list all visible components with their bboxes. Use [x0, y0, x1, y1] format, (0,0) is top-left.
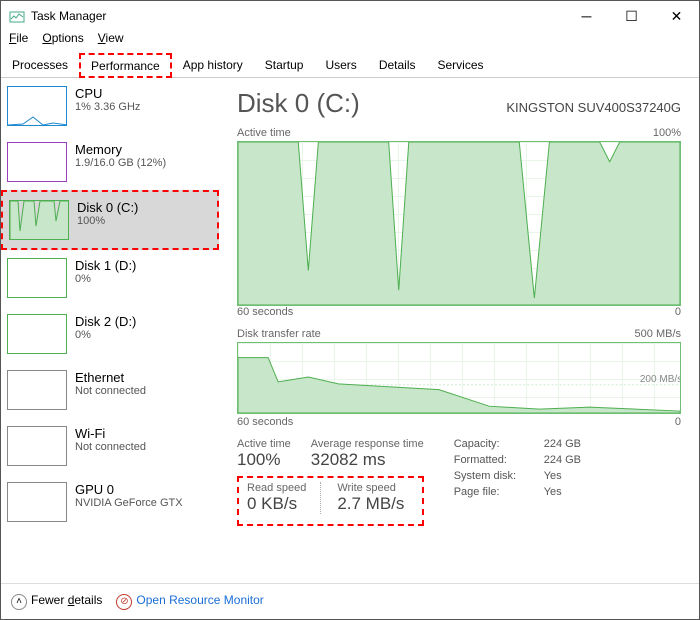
disk-properties: Capacity:224 GB Formatted:224 GB System … — [454, 438, 581, 526]
svg-text:200 MB/s: 200 MB/s — [640, 374, 680, 385]
sidebar-item-label: Wi-Fi — [75, 426, 146, 441]
tab-users[interactable]: Users — [314, 53, 367, 77]
sidebar-item-label: Disk 1 (D:) — [75, 258, 136, 273]
read-speed-value: 0 KB/s — [247, 494, 306, 514]
disk-model: KINGSTON SUV400S37240G — [506, 100, 681, 115]
chevron-up-icon: ˄ — [11, 594, 27, 610]
tab-app-history[interactable]: App history — [172, 53, 254, 77]
footer: ˄Fewer details ⊘Open Resource Monitor — [1, 583, 699, 619]
window-title: Task Manager — [31, 9, 564, 23]
memory-thumb — [7, 142, 67, 182]
sidebar-item-disk1[interactable]: Disk 1 (D:)0% — [1, 250, 219, 306]
transfer-rate-chart: 200 MB/s — [237, 342, 681, 414]
minimize-button[interactable]: ─ — [564, 1, 609, 31]
speed-box: Read speed0 KB/s Write speed2.7 MB/s — [237, 476, 424, 526]
sidebar-item-label: Ethernet — [75, 370, 146, 385]
sidebar-item-gpu0[interactable]: GPU 0NVIDIA GeForce GTX — [1, 474, 219, 530]
menu-options[interactable]: Options — [42, 31, 83, 51]
sidebar-item-ethernet[interactable]: EthernetNot connected — [1, 362, 219, 418]
avg-response-value: 32082 ms — [311, 450, 424, 470]
tab-startup[interactable]: Startup — [254, 53, 315, 77]
active-time-value: 100% — [237, 450, 291, 470]
sidebar-item-disk0[interactable]: Disk 0 (C:)100% — [1, 190, 219, 250]
main-panel: Disk 0 (C:) KINGSTON SUV400S37240G Activ… — [219, 78, 699, 583]
disk-thumb — [7, 314, 67, 354]
chart1-label: Active time — [237, 127, 291, 139]
menubar: File Options View — [1, 31, 699, 51]
cpu-thumb — [7, 86, 67, 126]
close-button[interactable]: ✕ — [654, 1, 699, 31]
page-title: Disk 0 (C:) — [237, 88, 360, 119]
menu-view[interactable]: View — [98, 31, 124, 51]
sidebar-item-label: CPU — [75, 86, 140, 101]
resource-monitor-icon: ⊘ — [116, 594, 132, 610]
tabbar: Processes Performance App history Startu… — [1, 53, 699, 78]
fewer-details-button[interactable]: ˄Fewer details — [11, 593, 102, 610]
titlebar: Task Manager ─ ☐ ✕ — [1, 1, 699, 31]
chart2-label: Disk transfer rate — [237, 328, 321, 340]
wifi-thumb — [7, 426, 67, 466]
sidebar-item-label: GPU 0 — [75, 482, 183, 497]
disk-thumb — [7, 258, 67, 298]
write-speed-value: 2.7 MB/s — [337, 494, 404, 514]
sidebar-item-label: Disk 2 (D:) — [75, 314, 136, 329]
gpu-thumb — [7, 482, 67, 522]
ethernet-thumb — [7, 370, 67, 410]
menu-file[interactable]: File — [9, 31, 28, 51]
maximize-button[interactable]: ☐ — [609, 1, 654, 31]
sidebar[interactable]: CPU1% 3.36 GHz Memory1.9/16.0 GB (12%) D… — [1, 78, 219, 583]
open-resource-monitor-link[interactable]: ⊘Open Resource Monitor — [116, 593, 263, 610]
tab-services[interactable]: Services — [427, 53, 495, 77]
sidebar-item-label: Disk 0 (C:) — [77, 200, 138, 215]
sidebar-item-disk2[interactable]: Disk 2 (D:)0% — [1, 306, 219, 362]
tab-processes[interactable]: Processes — [1, 53, 79, 77]
sidebar-item-label: Memory — [75, 142, 166, 157]
sidebar-item-cpu[interactable]: CPU1% 3.36 GHz — [1, 78, 219, 134]
sidebar-item-wifi[interactable]: Wi-FiNot connected — [1, 418, 219, 474]
sidebar-item-memory[interactable]: Memory1.9/16.0 GB (12%) — [1, 134, 219, 190]
tab-details[interactable]: Details — [368, 53, 427, 77]
tab-performance[interactable]: Performance — [79, 53, 172, 78]
active-time-chart — [237, 141, 681, 306]
disk-thumb — [9, 200, 69, 240]
app-icon — [9, 8, 25, 24]
